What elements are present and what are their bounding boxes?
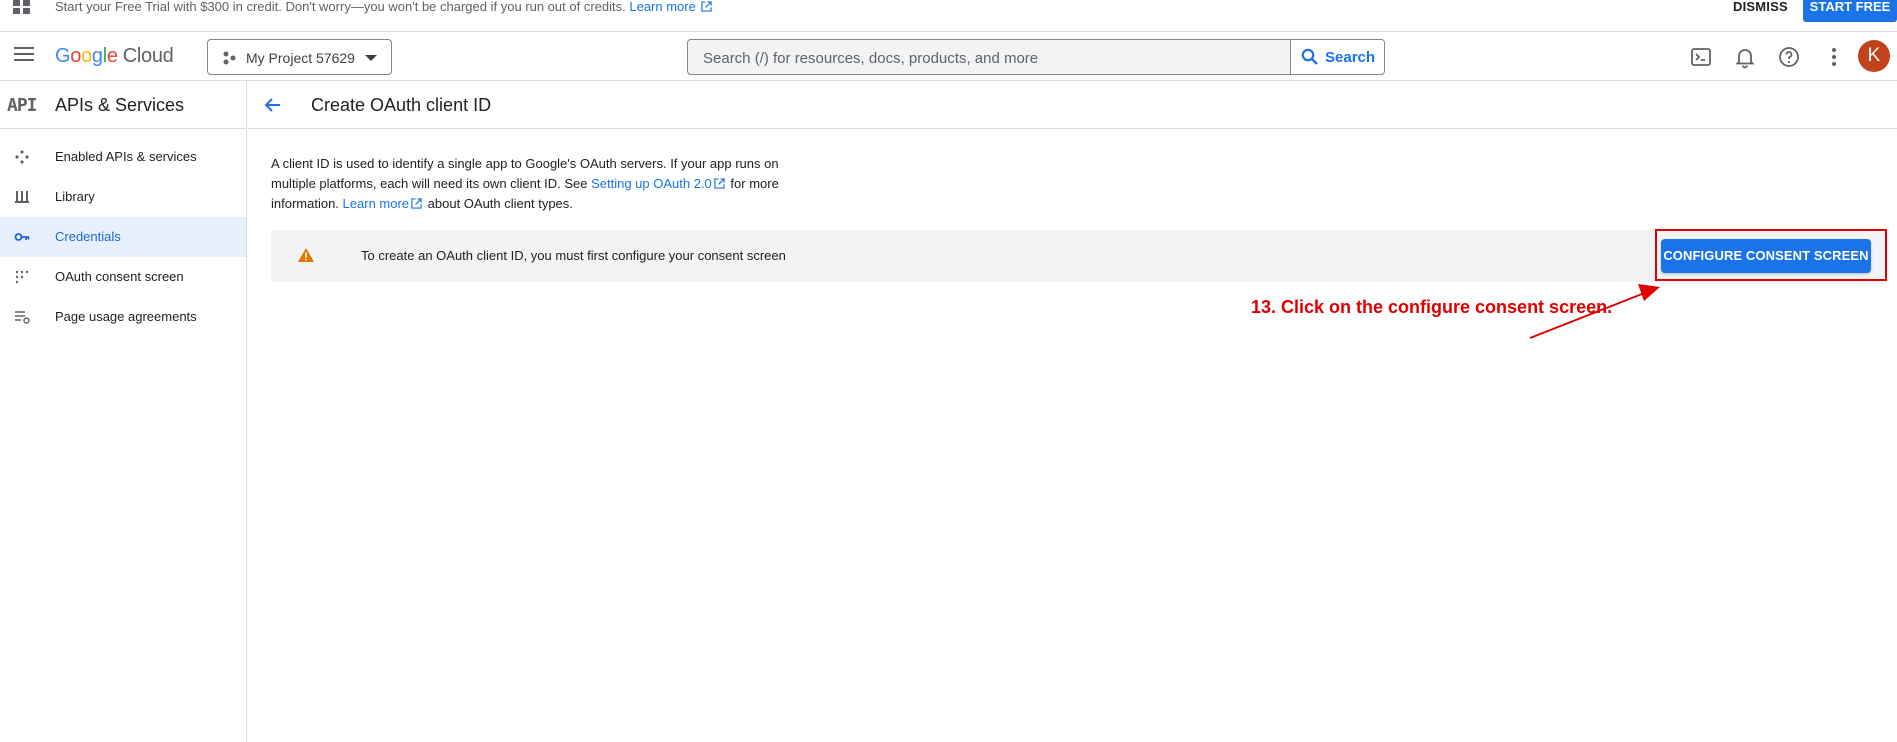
cloud-shell-icon[interactable] <box>1689 45 1713 69</box>
sidebar: API APIs & Services Enabled APIs & servi… <box>0 81 247 742</box>
trial-banner: Start your Free Trial with $300 in credi… <box>0 0 1897 32</box>
project-hierarchy-icon <box>223 51 236 65</box>
annotation-highlight-box <box>1655 229 1887 281</box>
external-link-icon <box>714 178 725 189</box>
external-link-icon <box>701 1 713 12</box>
sidebar-title: APIs & Services <box>55 95 185 115</box>
help-icon[interactable] <box>1777 45 1801 69</box>
key-icon <box>14 233 30 241</box>
sidebar-header: API APIs & Services <box>0 81 246 129</box>
api-badge: API <box>7 95 37 116</box>
apps-grid-icon[interactable] <box>13 0 31 14</box>
sidebar-item-enabled-apis[interactable]: Enabled APIs & services <box>0 137 246 177</box>
sidebar-item-page-usage[interactable]: Page usage agreements <box>0 297 246 337</box>
learn-more-link[interactable]: Learn more <box>343 196 409 211</box>
search-bar: Search (/) for resources, docs, products… <box>687 39 1385 75</box>
warning-icon <box>298 248 314 262</box>
library-icon <box>15 191 29 203</box>
learn-more-link[interactable]: Learn more <box>629 0 695 14</box>
notifications-bell-icon[interactable] <box>1733 45 1757 69</box>
search-icon <box>1301 48 1318 65</box>
search-input[interactable]: Search (/) for resources, docs, products… <box>703 50 1038 67</box>
avatar[interactable]: K <box>1858 40 1890 72</box>
menu-icon[interactable] <box>14 47 34 61</box>
apis-icon <box>15 150 29 164</box>
annotation-arrow <box>1529 284 1660 339</box>
project-name: My Project 57629 <box>246 50 355 66</box>
top-bar: Google Cloud My Project 57629 Search (/) … <box>0 33 1897 81</box>
google-cloud-logo[interactable]: Google Cloud <box>55 45 174 68</box>
dismiss-button[interactable]: DISMISS <box>1733 0 1788 14</box>
description: A client ID is used to identify a single… <box>271 156 779 211</box>
sidebar-item-library[interactable]: Library <box>0 177 246 217</box>
setting-up-oauth-link[interactable]: Setting up OAuth 2.0 <box>591 176 712 191</box>
external-link-icon <box>411 198 422 209</box>
back-arrow-icon[interactable] <box>263 95 283 115</box>
agreements-icon <box>15 311 30 324</box>
sidebar-item-oauth-consent[interactable]: OAuth consent screen <box>0 257 246 297</box>
more-options-icon[interactable] <box>1822 45 1846 69</box>
start-free-button[interactable]: START FREE <box>1803 0 1897 22</box>
annotation-text: 13. Click on the configure consent scree… <box>1251 297 1613 317</box>
page-header: Create OAuth client ID <box>248 81 1897 129</box>
main-content: Create OAuth client ID A client ID is us… <box>248 81 1897 742</box>
search-button[interactable]: Search <box>1290 40 1384 74</box>
consent-icon <box>15 270 29 284</box>
alert-message: To create an OAuth client ID, you must f… <box>361 248 786 263</box>
page-title: Create OAuth client ID <box>311 95 492 115</box>
trial-message: Start your Free Trial with $300 in credi… <box>55 0 713 14</box>
project-picker[interactable]: My Project 57629 <box>207 39 392 75</box>
sidebar-item-credentials[interactable]: Credentials <box>0 217 246 257</box>
caret-down-icon <box>365 55 377 61</box>
